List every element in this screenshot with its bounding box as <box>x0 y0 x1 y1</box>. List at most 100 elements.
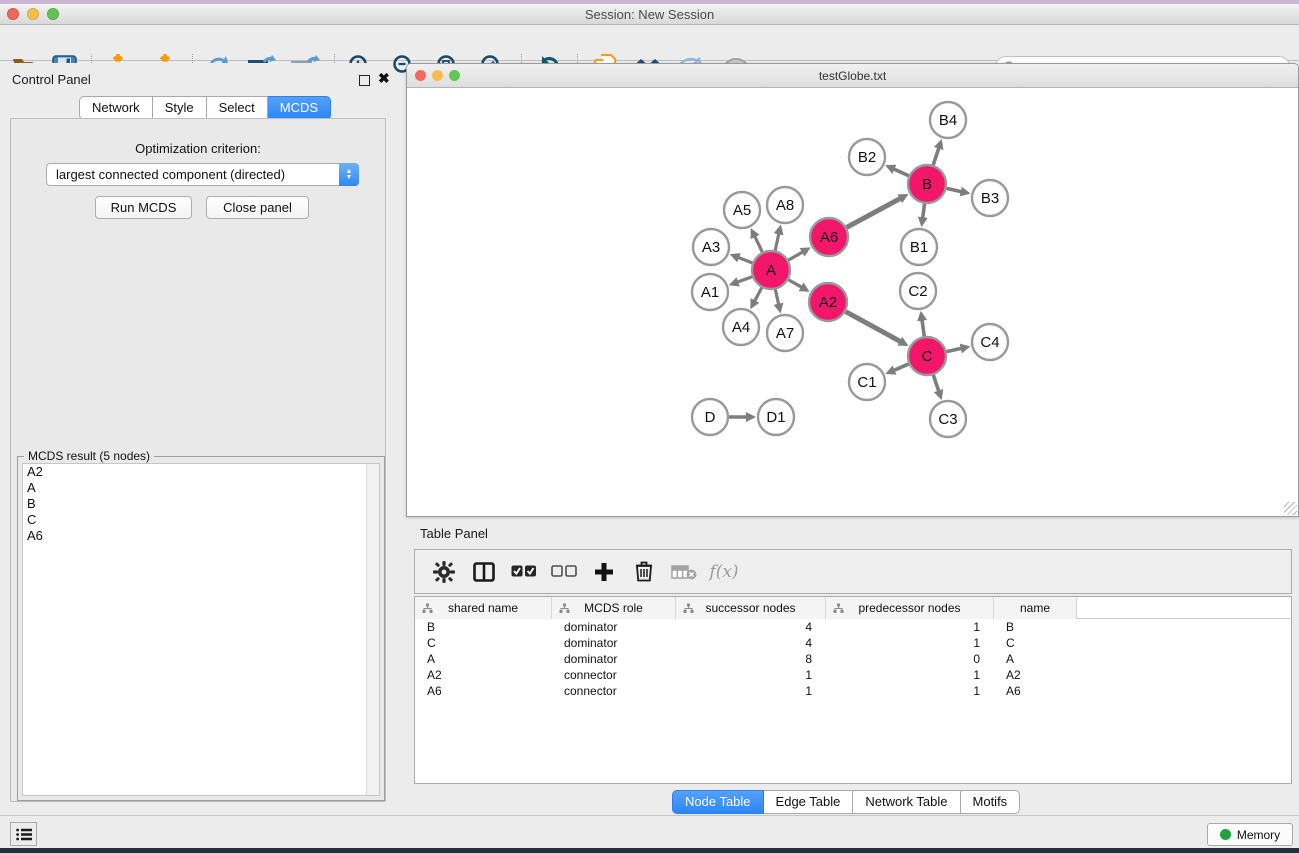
result-item[interactable]: A2 <box>23 464 379 480</box>
graph-edge-A-A3[interactable] <box>738 257 752 262</box>
table-cell[interactable]: 1 <box>826 635 994 651</box>
column-header-shared-name[interactable]: shared name <box>415 597 552 619</box>
graph-node-A5[interactable]: A5 <box>724 192 760 228</box>
split-columns-button[interactable] <box>471 562 497 582</box>
memory-button[interactable]: Memory <box>1207 823 1293 846</box>
graph-node-B3[interactable]: B3 <box>972 180 1008 216</box>
table-cell[interactable]: connector <box>552 667 676 683</box>
table-cell[interactable]: A <box>415 651 552 667</box>
network-window-titlebar[interactable]: testGlobe.txt <box>407 64 1298 88</box>
network-canvas[interactable]: B4B2BB3A8A5A6A3B1AA1C2A2A4A7C4CC1C3DD1 <box>407 88 1298 516</box>
graph-node-A8[interactable]: A8 <box>767 187 803 223</box>
graph-node-A[interactable]: A <box>752 251 790 289</box>
table-cell[interactable]: 1 <box>826 667 994 683</box>
run-mcds-button[interactable]: Run MCDS <box>95 196 192 219</box>
select-all-button[interactable] <box>511 565 537 578</box>
graph-edge-B-B4[interactable] <box>933 148 939 165</box>
column-header-name[interactable]: name <box>994 597 1077 619</box>
graph-edge-C-C3[interactable] <box>933 375 939 392</box>
graph-edge-A-A2[interactable] <box>788 280 801 288</box>
delete-table-button[interactable] <box>671 564 697 580</box>
close-panel-action-button[interactable]: Close panel <box>206 196 309 219</box>
close-panel-button[interactable]: ✖ <box>378 73 390 84</box>
table-cell[interactable]: dominator <box>552 619 676 635</box>
table-row[interactable]: Adominator80A <box>415 651 1291 667</box>
graph-node-B2[interactable]: B2 <box>849 139 885 175</box>
table-cell[interactable]: 1 <box>826 619 994 635</box>
graph-node-A4[interactable]: A4 <box>723 309 759 345</box>
tab-network-table[interactable]: Network Table <box>853 790 960 814</box>
task-history-button[interactable] <box>10 822 37 846</box>
table-cell[interactable]: 8 <box>676 651 826 667</box>
graph-edge-A-A4[interactable] <box>755 288 762 302</box>
table-cell[interactable]: 1 <box>826 683 994 699</box>
table-cell[interactable]: A6 <box>994 683 1077 699</box>
deselect-all-button[interactable] <box>551 565 577 578</box>
column-header-predecessor-nodes[interactable]: predecessor nodes <box>826 597 994 619</box>
table-row[interactable]: A6connector11A6 <box>415 683 1291 699</box>
close-window-button[interactable] <box>7 8 19 20</box>
graph-edge-A2-C[interactable] <box>846 312 901 342</box>
table-cell[interactable]: 0 <box>826 651 994 667</box>
table-cell[interactable]: connector <box>552 683 676 699</box>
graph-node-D[interactable]: D <box>692 399 728 435</box>
tab-node-table[interactable]: Node Table <box>672 790 764 814</box>
graph-node-C1[interactable]: C1 <box>849 364 885 400</box>
tab-network[interactable]: Network <box>79 96 153 120</box>
graph-node-A6[interactable]: A6 <box>810 218 848 256</box>
delete-column-button[interactable] <box>631 561 657 582</box>
graph-edge-A6-B[interactable] <box>847 198 901 227</box>
tab-mcds[interactable]: MCDS <box>268 96 331 120</box>
graph-edge-A-A7[interactable] <box>775 290 778 305</box>
graph-node-C4[interactable]: C4 <box>972 324 1008 360</box>
function-builder-button[interactable]: f(x) <box>711 562 737 582</box>
tab-style[interactable]: Style <box>153 96 207 120</box>
graph-node-D1[interactable]: D1 <box>758 399 794 435</box>
table-row[interactable]: Bdominator41B <box>415 619 1291 635</box>
table-cell[interactable]: B <box>994 619 1077 635</box>
graph-node-A1[interactable]: A1 <box>692 274 728 310</box>
zoom-window-button[interactable] <box>47 8 59 20</box>
table-cell[interactable]: dominator <box>552 651 676 667</box>
result-item[interactable]: C <box>23 512 379 528</box>
graph-edge-A-A1[interactable] <box>737 277 752 282</box>
table-cell[interactable]: 4 <box>676 619 826 635</box>
net-zoom-button[interactable] <box>449 70 460 81</box>
net-close-button[interactable] <box>415 70 426 81</box>
table-cell[interactable]: dominator <box>552 635 676 651</box>
graph-node-A2[interactable]: A2 <box>809 283 847 321</box>
graph-edge-A-A6[interactable] <box>788 252 803 260</box>
float-panel-button[interactable] <box>359 73 370 91</box>
graph-node-A3[interactable]: A3 <box>693 229 729 265</box>
graph-edge-A-A5[interactable] <box>755 236 763 252</box>
column-header-successor-nodes[interactable]: successor nodes <box>676 597 826 619</box>
add-column-button[interactable] <box>591 562 617 582</box>
table-cell[interactable]: 4 <box>676 635 826 651</box>
graph-node-C[interactable]: C <box>908 337 946 375</box>
table-cell[interactable]: A6 <box>415 683 552 699</box>
result-item[interactable]: B <box>23 496 379 512</box>
table-settings-button[interactable] <box>431 561 457 583</box>
graph-node-B[interactable]: B <box>908 165 946 203</box>
net-minimize-button[interactable] <box>432 70 443 81</box>
resize-grip-icon[interactable] <box>1284 502 1297 515</box>
column-header-MCDS-role[interactable]: MCDS role <box>552 597 676 619</box>
graph-edge-C-C4[interactable] <box>947 348 962 351</box>
table-cell[interactable]: A2 <box>994 667 1077 683</box>
result-scrollbar[interactable] <box>366 464 379 795</box>
table-row[interactable]: A2connector11A2 <box>415 667 1291 683</box>
graph-node-C3[interactable]: C3 <box>930 401 966 437</box>
tab-edge-table[interactable]: Edge Table <box>764 790 854 814</box>
table-cell[interactable]: A2 <box>415 667 552 683</box>
table-cell[interactable]: 1 <box>676 683 826 699</box>
tab-motifs[interactable]: Motifs <box>961 790 1021 814</box>
tab-select[interactable]: Select <box>207 96 268 120</box>
optimization-criterion-dropdown[interactable]: largest connected component (directed) ▲… <box>46 163 359 186</box>
table-cell[interactable]: A <box>994 651 1077 667</box>
graph-edge-A-A8[interactable] <box>775 233 779 250</box>
graph-node-B4[interactable]: B4 <box>930 102 966 138</box>
graph-node-C2[interactable]: C2 <box>900 273 936 309</box>
graph-edge-C-C1[interactable] <box>894 364 909 371</box>
graph-node-B1[interactable]: B1 <box>901 229 937 265</box>
minimize-window-button[interactable] <box>27 8 39 20</box>
